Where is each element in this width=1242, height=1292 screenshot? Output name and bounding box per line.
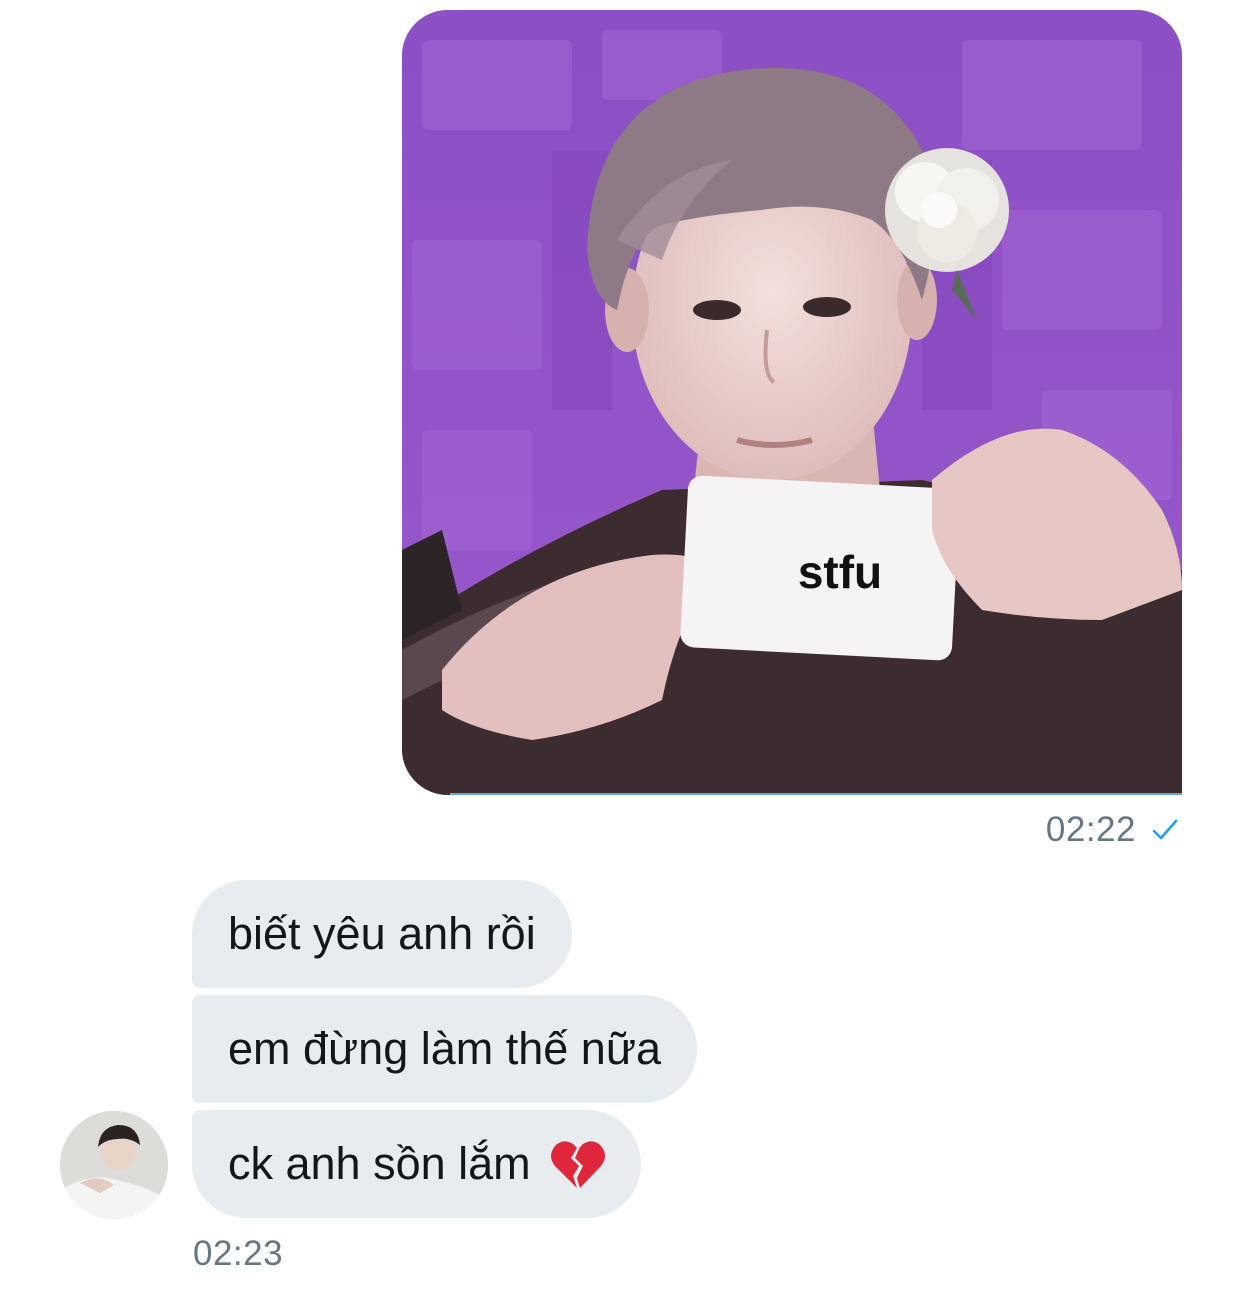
received-message[interactable]: ck anh sồn lắm: [192, 1110, 641, 1218]
message-text: em đừng làm thế nữa: [228, 1023, 661, 1074]
broken-heart-icon: [550, 1141, 605, 1188]
sent-message-meta: 02:22: [1046, 810, 1180, 850]
image-underline: [450, 793, 1182, 795]
read-check-icon: [1152, 819, 1178, 840]
message-text: ck anh sồn lắm: [228, 1138, 531, 1189]
received-message[interactable]: em đừng làm thế nữa: [192, 995, 697, 1103]
sent-image[interactable]: stfu: [402, 10, 1182, 795]
message-text: biết yêu anh rồi: [228, 908, 536, 959]
conversation-view: stfu 02:22 biết yêu anh rồi em đừng làm …: [0, 0, 1242, 1292]
card-text: stfu: [798, 546, 882, 598]
contact-avatar[interactable]: [60, 1111, 168, 1219]
sent-timestamp: 02:22: [1045, 810, 1136, 849]
received-message[interactable]: biết yêu anh rồi: [192, 880, 572, 988]
received-timestamp: 02:23: [193, 1234, 284, 1273]
